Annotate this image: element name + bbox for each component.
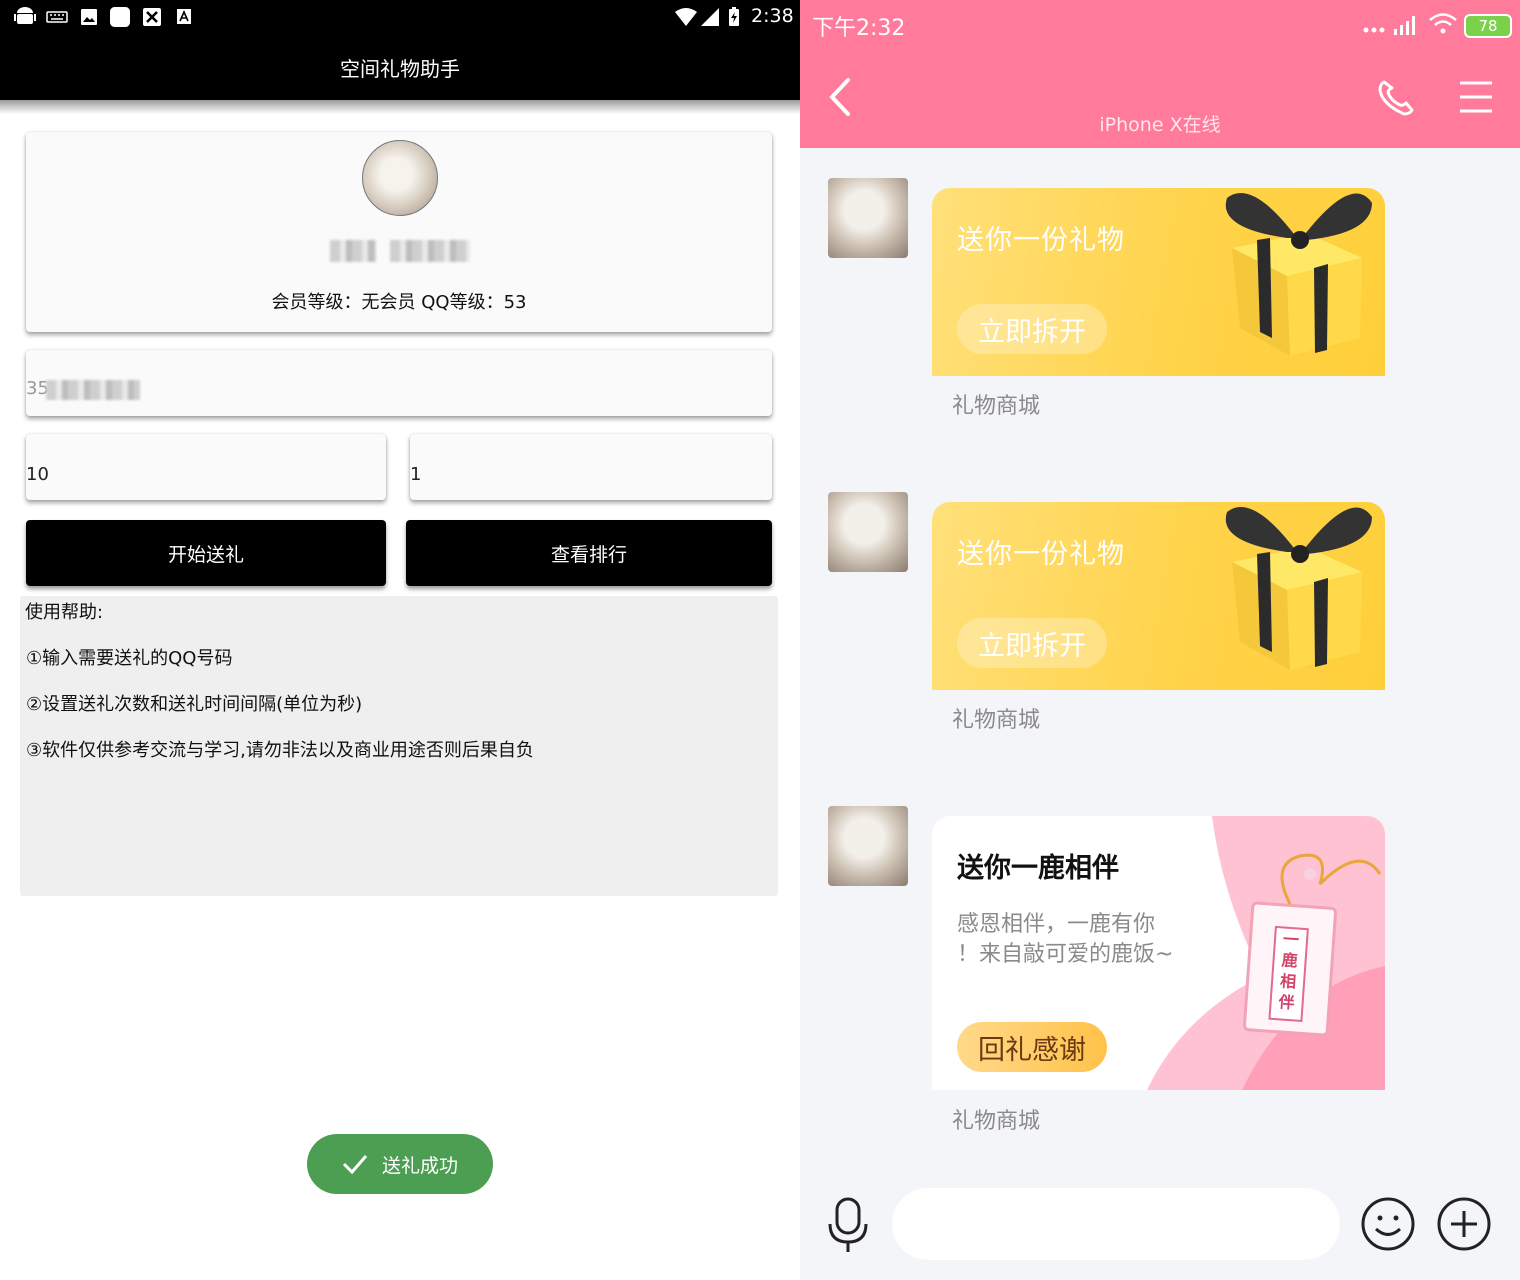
charm-char: 相 bbox=[1279, 971, 1297, 992]
chat-header: 下午2:32 78 iPhone X在线 bbox=[800, 0, 1520, 148]
charm-cord-icon bbox=[1280, 853, 1382, 905]
charm-char: 伴 bbox=[1278, 992, 1296, 1013]
app-title-bar: 空间礼物助手 bbox=[0, 34, 800, 100]
blurred-nickname bbox=[330, 240, 376, 262]
toast-text: 送礼成功 bbox=[381, 1154, 458, 1177]
gift-source-label: 礼物商城 bbox=[952, 1109, 1041, 1134]
view-ranking-label: 查看排行 bbox=[550, 543, 627, 566]
app-title: 空间礼物助手 bbox=[340, 56, 460, 81]
add-plus-icon[interactable] bbox=[1436, 1196, 1492, 1252]
help-line-3: ③软件仅供参考交流与学习,请勿非法以及商业用途否则后果自负 bbox=[26, 740, 534, 761]
gift-source-label: 礼物商城 bbox=[952, 708, 1041, 733]
help-panel: 使用帮助: ①输入需要送礼的QQ号码 ②设置送礼次数和送礼时间间隔(单位为秒) … bbox=[20, 596, 778, 896]
status-time: 2:38 bbox=[751, 5, 794, 27]
open-gift-button[interactable]: 立即拆开 bbox=[957, 304, 1107, 354]
signal-icon bbox=[1394, 16, 1415, 35]
charm-icon: 一 鹿 相 伴 bbox=[1242, 901, 1338, 1037]
blurred-qq-digits bbox=[46, 380, 140, 400]
android-status-bar: 2:38 bbox=[0, 0, 800, 34]
view-ranking-button[interactable]: 查看排行 bbox=[406, 520, 772, 586]
send-count-input[interactable]: 10 bbox=[26, 434, 386, 500]
wifi-icon bbox=[675, 8, 697, 26]
user-avatar bbox=[362, 140, 438, 216]
qq-chat-screen: 下午2:32 78 iPhone X在线 送你一份礼物 立即拆开 礼物商城 送你… bbox=[800, 0, 1520, 1280]
online-status: iPhone X在线 bbox=[1099, 114, 1221, 136]
android-icon bbox=[14, 7, 36, 24]
target-qq-input[interactable]: 35 bbox=[26, 350, 772, 416]
member-info-line: 会员等级：无会员 QQ等级：53 bbox=[26, 288, 772, 314]
thank-gift-label: 回礼感谢 bbox=[978, 1034, 1086, 1066]
blurred-qq-number bbox=[390, 240, 470, 262]
help-title: 使用帮助: bbox=[25, 602, 104, 623]
battery-indicator: 78 bbox=[1464, 14, 1512, 38]
sender-avatar[interactable] bbox=[828, 806, 908, 886]
battery-charging-icon bbox=[729, 7, 739, 26]
message-input[interactable] bbox=[892, 1188, 1340, 1260]
app-notification-icon bbox=[110, 7, 130, 27]
gift-source-label: 礼物商城 bbox=[952, 394, 1041, 419]
sender-avatar[interactable] bbox=[828, 492, 908, 572]
charm-char: 一 bbox=[1282, 929, 1300, 950]
image-icon bbox=[81, 9, 97, 25]
qq-level-value: 53 bbox=[503, 292, 527, 313]
gift-message-card[interactable]: 送你一份礼物 立即拆开 bbox=[932, 502, 1385, 690]
deer-gift-card[interactable]: 送你一鹿相伴 感恩相伴，一鹿有你 ！来自敲可爱的鹿饭~ 回礼感谢 一 鹿 相 伴 bbox=[932, 816, 1385, 1090]
charm-text: 一 鹿 相 伴 bbox=[1268, 925, 1309, 1022]
deer-desc-line-1: 感恩相伴，一鹿有你 bbox=[957, 912, 1156, 937]
start-gift-label: 开始送礼 bbox=[167, 543, 244, 566]
emoji-icon[interactable] bbox=[1360, 1196, 1416, 1252]
deer-desc-line-2: ！来自敲可爱的鹿饭~ bbox=[957, 942, 1174, 967]
start-gift-button[interactable]: 开始送礼 bbox=[26, 520, 386, 586]
deer-title: 送你一鹿相伴 bbox=[957, 853, 1119, 884]
status-time: 下午2:32 bbox=[812, 16, 906, 41]
more-dots-icon bbox=[1363, 27, 1385, 33]
menu-icon[interactable] bbox=[1458, 80, 1494, 114]
gift-title: 送你一份礼物 bbox=[957, 539, 1125, 570]
wifi-icon bbox=[1429, 13, 1457, 34]
qq-level-label: QQ等级： bbox=[421, 292, 504, 313]
open-gift-label: 立即拆开 bbox=[978, 316, 1086, 348]
open-gift-label: 立即拆开 bbox=[978, 630, 1086, 662]
member-level-label: 会员等级： bbox=[271, 292, 362, 313]
member-level-value: 无会员 bbox=[361, 292, 416, 313]
send-count-value: 10 bbox=[26, 464, 49, 485]
gift-box-icon bbox=[1225, 507, 1372, 670]
help-line-2: ②设置送礼次数和送礼时间间隔(单位为秒) bbox=[26, 694, 363, 715]
gift-title: 送你一份礼物 bbox=[957, 225, 1125, 256]
font-a-icon bbox=[177, 9, 191, 24]
keyboard-icon bbox=[46, 11, 68, 23]
profile-card: 会员等级：无会员 QQ等级：53 bbox=[26, 132, 772, 332]
success-toast: 送礼成功 bbox=[307, 1134, 493, 1194]
battery-level: 78 bbox=[1478, 17, 1498, 35]
gift-box-icon bbox=[1225, 193, 1372, 356]
close-box-icon bbox=[143, 8, 161, 26]
open-gift-button[interactable]: 立即拆开 bbox=[957, 618, 1107, 668]
interval-input[interactable]: 1 bbox=[410, 434, 772, 500]
signal-icon bbox=[701, 8, 719, 26]
gift-message-card[interactable]: 送你一份礼物 立即拆开 bbox=[932, 188, 1385, 376]
check-icon bbox=[342, 1155, 368, 1175]
interval-value: 1 bbox=[410, 464, 422, 485]
microphone-icon[interactable] bbox=[826, 1196, 870, 1254]
sender-avatar[interactable] bbox=[828, 178, 908, 258]
thank-gift-button[interactable]: 回礼感谢 bbox=[957, 1022, 1107, 1072]
help-line-1: ①输入需要送礼的QQ号码 bbox=[26, 648, 233, 669]
gift-helper-app: 2:38 空间礼物助手 会员等级：无会员 QQ等级：53 35 10 1 开始送… bbox=[0, 0, 800, 1280]
charm-char: 鹿 bbox=[1280, 950, 1299, 971]
appbar-shadow bbox=[0, 100, 800, 114]
